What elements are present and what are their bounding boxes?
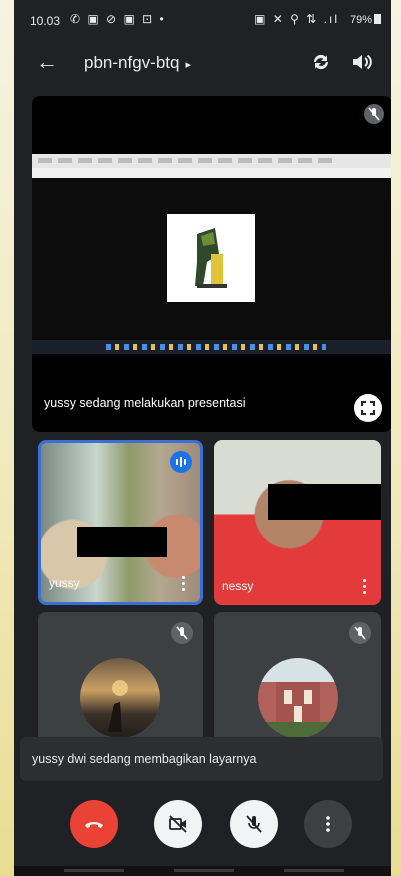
more-vert-icon: [326, 816, 330, 832]
back-arrow-icon[interactable]: ←: [36, 51, 58, 73]
participant-name: nessy: [222, 579, 254, 593]
shared-document-image: [167, 214, 255, 302]
mic-toggle-button[interactable]: [230, 800, 278, 848]
camera-toggle-button[interactable]: [154, 800, 202, 848]
switch-camera-icon[interactable]: [309, 50, 333, 74]
fullscreen-icon: [361, 401, 375, 415]
nav-back-handle[interactable]: [64, 869, 124, 872]
meeting-code-button[interactable]: pbn-nfgv-btq ▸: [84, 53, 191, 73]
system-nav-bar: [14, 866, 391, 876]
status-bar: 10.03 ✆ ▣ ⊘ ▣ ⊡ • ▣ ✕ ⚲ ⇅ .ıl 79%: [14, 0, 391, 40]
end-call-icon: [85, 822, 103, 828]
mic-off-icon: [349, 622, 371, 644]
shared-screen: [32, 154, 391, 354]
battery-icon: [374, 14, 381, 24]
screen-share-banner: yussy dwi sedang membagikan layarnya: [20, 737, 383, 781]
meeting-code: pbn-nfgv-btq: [84, 53, 180, 72]
redaction-box: [77, 527, 167, 557]
mic-off-icon: [171, 622, 193, 644]
call-controls: [14, 798, 391, 858]
caret-right-icon: ▸: [185, 59, 191, 71]
status-time: 10.03: [30, 14, 61, 28]
mic-off-icon: [364, 104, 384, 124]
redaction-box: [268, 484, 381, 520]
backdrop-right: [391, 0, 401, 876]
notification-icons: ✆ ▣ ⊘ ▣ ⊡ •: [70, 12, 166, 26]
shared-taskbar: [32, 340, 391, 354]
speaking-indicator-icon: [170, 451, 192, 473]
system-icons: ▣ ✕ ⚲ ⇅ .ıl: [254, 12, 339, 26]
backdrop-left: [0, 0, 14, 876]
battery-indicator: 79%: [350, 14, 381, 26]
meeting-app-bar: ← pbn-nfgv-btq ▸: [14, 42, 391, 86]
participant-name: yussy: [49, 576, 80, 590]
more-options-button[interactable]: [304, 800, 352, 848]
participant-tile[interactable]: nessy: [214, 440, 381, 605]
more-vert-icon[interactable]: [363, 579, 367, 595]
presentation-tile[interactable]: yussy sedang melakukan presentasi: [32, 96, 391, 432]
avatar: [80, 658, 160, 738]
end-call-button[interactable]: [70, 800, 118, 848]
avatar: [258, 658, 338, 738]
share-banner-text: yussy dwi sedang membagikan layarnya: [32, 752, 257, 766]
shared-browser-tabs: [32, 154, 391, 168]
presentation-label: yussy sedang melakukan presentasi: [44, 396, 246, 410]
shared-browser-address: [32, 168, 391, 178]
fullscreen-button[interactable]: [354, 394, 382, 422]
camera-off-icon: [169, 815, 187, 833]
participant-tile[interactable]: yussy: [38, 440, 203, 605]
nav-home-handle[interactable]: [174, 869, 234, 872]
battery-percent: 79%: [349, 14, 372, 26]
nav-recents-handle[interactable]: [284, 869, 344, 872]
speaker-icon[interactable]: [349, 50, 373, 74]
mic-off-icon: [246, 815, 262, 833]
phone-screen: 10.03 ✆ ▣ ⊘ ▣ ⊡ • ▣ ✕ ⚲ ⇅ .ıl 79% ← pbn-…: [14, 0, 391, 876]
more-vert-icon[interactable]: [182, 576, 186, 592]
